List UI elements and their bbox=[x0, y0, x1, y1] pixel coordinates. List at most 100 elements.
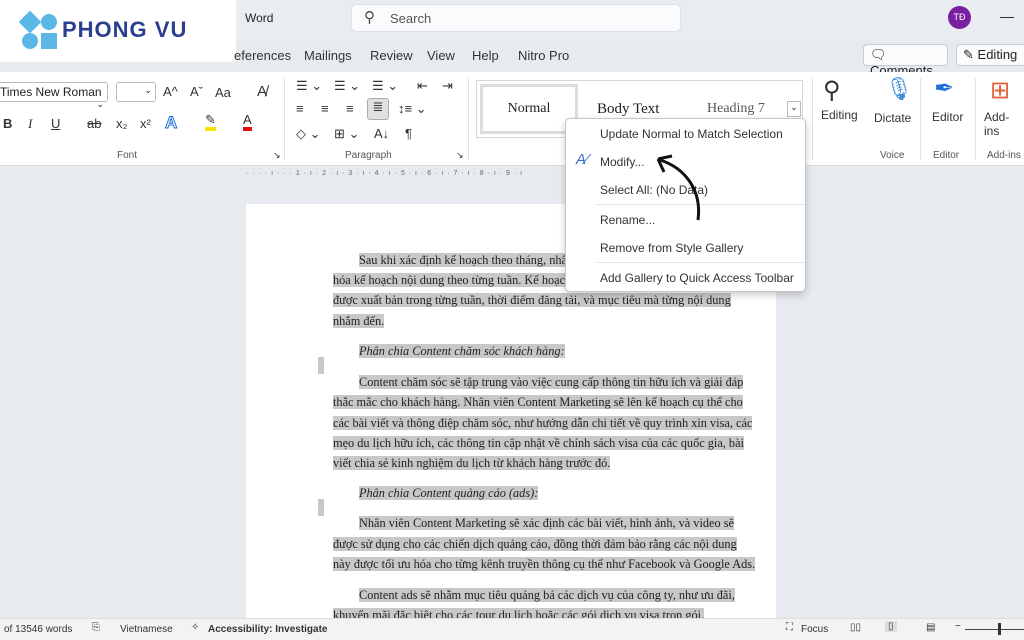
line-spacing-icon[interactable]: ↕≡ ⌄ bbox=[398, 101, 427, 117]
line-text: các bài viết và thông điệp chăm sóc, như… bbox=[333, 416, 753, 430]
status-bar: of 13546 words ⎘ Vietnamese ✧ Accessibil… bbox=[0, 618, 1024, 640]
zoom-slider[interactable] bbox=[965, 629, 1024, 630]
tab-references[interactable]: eferences bbox=[234, 48, 291, 63]
microphone-icon: 🎙 bbox=[885, 76, 913, 101]
accessibility-icon: ✧ bbox=[191, 622, 200, 633]
editor-icon: ✒ bbox=[934, 75, 955, 102]
font-name-select[interactable]: Times New Roman ⌄ bbox=[0, 82, 108, 109]
modify-style-icon: A⁄ bbox=[576, 151, 589, 168]
accessibility-status[interactable]: Accessibility: Investigate bbox=[208, 624, 328, 635]
document-line[interactable]: Nhân viên Content Marketing sẽ xác định … bbox=[359, 513, 734, 533]
styles-expand-button[interactable]: ⌄ bbox=[787, 101, 801, 117]
search-box[interactable]: ⚲ Search bbox=[351, 4, 681, 32]
divider bbox=[284, 78, 285, 160]
proofing-icon[interactable]: ⎘ bbox=[92, 622, 100, 633]
font-size-select[interactable]: ⌄ bbox=[116, 82, 156, 102]
numbering-icon[interactable]: ☰ ⌄ bbox=[334, 78, 360, 94]
paragraph-dialog-launcher[interactable]: ↘ bbox=[456, 150, 464, 161]
editing-button[interactable]: Editing bbox=[821, 108, 858, 122]
align-left-icon[interactable]: ≡ bbox=[296, 101, 304, 116]
increase-indent-icon[interactable]: ⇥ bbox=[442, 78, 453, 94]
highlight-icon[interactable]: ✎ bbox=[205, 113, 216, 131]
multilevel-list-icon[interactable]: ☰ ⌄ bbox=[372, 78, 398, 94]
clear-formatting-icon[interactable]: A̸ bbox=[257, 83, 267, 100]
web-layout-icon[interactable]: ▤ bbox=[926, 622, 935, 633]
paragraph-mark bbox=[318, 357, 324, 374]
line-text: Content ads sẽ nhắm mục tiêu quảng bá cá… bbox=[359, 588, 735, 602]
menu-remove-from-gallery[interactable]: Remove from Style Gallery bbox=[600, 241, 743, 255]
justify-icon[interactable]: ≣ bbox=[367, 98, 389, 120]
document-line[interactable]: thắc mắc cho khách hàng. Nhân viên Conte… bbox=[333, 392, 743, 412]
zoom-out-button[interactable]: − bbox=[955, 621, 961, 632]
grow-font-button[interactable]: A^ bbox=[163, 84, 178, 99]
avatar[interactable]: TĐ bbox=[948, 6, 971, 29]
style-normal[interactable]: Normal bbox=[480, 84, 578, 134]
subscript-button[interactable]: x₂ bbox=[116, 116, 128, 131]
annotation-arrow bbox=[656, 154, 701, 221]
line-text: Nhân viên Content Marketing sẽ xác định … bbox=[359, 516, 734, 530]
line-text: được xuất bản trong từng tuần, thời điểm… bbox=[333, 293, 731, 307]
bold-button[interactable]: B bbox=[3, 116, 12, 131]
show-formatting-button[interactable]: ¶ bbox=[405, 126, 412, 141]
document-line[interactable]: Phân chia Content chăm sóc khách hàng: bbox=[359, 341, 728, 361]
print-layout-icon[interactable]: ▯ bbox=[885, 621, 897, 632]
menu-modify[interactable]: Modify... bbox=[600, 155, 644, 169]
menu-add-to-qat[interactable]: Add Gallery to Quick Access Toolbar bbox=[600, 271, 794, 285]
line-text: này được tối ưu hóa cho từng kênh truyền… bbox=[333, 557, 756, 571]
tab-view[interactable]: View bbox=[427, 48, 455, 63]
language[interactable]: Vietnamese bbox=[120, 624, 173, 635]
line-text: Content chăm sóc sẽ tập trung vào việc c… bbox=[359, 375, 744, 389]
read-mode-icon[interactable]: ▯▯ bbox=[850, 622, 861, 633]
document-line[interactable]: này được tối ưu hóa cho từng kênh truyền… bbox=[333, 554, 756, 574]
document-line[interactable]: được xuất bản trong từng tuần, thời điểm… bbox=[333, 290, 731, 310]
font-color-icon[interactable]: A bbox=[243, 113, 252, 131]
bullets-icon[interactable]: ☰ ⌄ bbox=[296, 78, 322, 94]
line-text: Sau khi xác định kế hoạch theo tháng, nh… bbox=[359, 253, 574, 267]
word-count[interactable]: of 13546 words bbox=[4, 624, 72, 635]
focus-button[interactable]: Focus bbox=[801, 624, 828, 635]
tab-nitro-pro[interactable]: Nitro Pro bbox=[518, 48, 569, 63]
document-line[interactable]: mẹo du lịch hữu ích, các thông tin cập n… bbox=[333, 433, 744, 453]
superscript-button[interactable]: x² bbox=[140, 116, 151, 131]
borders-icon[interactable]: ⊞ ⌄ bbox=[334, 126, 359, 142]
tab-review[interactable]: Review bbox=[370, 48, 413, 63]
document-line[interactable]: nhắm đến. bbox=[333, 311, 728, 331]
addins-group-label: Add-ins bbox=[987, 150, 1021, 161]
editor-button[interactable]: Editor bbox=[932, 110, 963, 124]
style-body-text[interactable]: Body Text bbox=[597, 101, 659, 118]
minimize-button[interactable]: — bbox=[1000, 8, 1014, 24]
align-center-icon[interactable]: ≡ bbox=[321, 101, 329, 116]
zoom-slider-thumb[interactable] bbox=[998, 623, 1001, 635]
style-heading-7[interactable]: Heading 7 bbox=[707, 101, 765, 117]
document-line[interactable]: khuyến mãi đặc biệt cho các tour du lịch… bbox=[333, 605, 728, 618]
menu-rename[interactable]: Rename... bbox=[600, 213, 655, 227]
editing-mode-button[interactable]: ✎ Editing bbox=[956, 44, 1024, 66]
document-line[interactable]: các bài viết và thông điệp chăm sóc, như… bbox=[333, 413, 753, 433]
strikethrough-button[interactable]: ab bbox=[87, 116, 101, 131]
addins-button[interactable]: Add-ins bbox=[984, 110, 1024, 138]
document-line[interactable]: Content ads sẽ nhắm mục tiêu quảng bá cá… bbox=[359, 585, 735, 605]
shading-icon[interactable]: ◇ ⌄ bbox=[296, 126, 321, 142]
document-line[interactable]: được sử dụng cho các chiến dịch quảng cá… bbox=[333, 534, 737, 554]
decrease-indent-icon[interactable]: ⇤ bbox=[417, 78, 428, 94]
change-case-button[interactable]: Aa bbox=[215, 85, 231, 100]
text-effects-icon[interactable]: A bbox=[164, 113, 177, 133]
underline-button[interactable]: U bbox=[51, 116, 60, 131]
search-icon: ⚲ bbox=[364, 9, 375, 26]
italic-button[interactable]: I bbox=[28, 116, 32, 132]
dictate-button[interactable]: Dictate bbox=[874, 111, 911, 125]
document-line[interactable]: Content chăm sóc sẽ tập trung vào việc c… bbox=[359, 372, 744, 392]
tab-help[interactable]: Help bbox=[472, 48, 499, 63]
document-line[interactable]: viết chia sẻ kinh nghiệm du lịch từ khác… bbox=[333, 453, 728, 473]
divider bbox=[920, 78, 921, 160]
comments-button[interactable]: 🗨 Comments bbox=[863, 44, 948, 78]
paragraph-group-label: Paragraph bbox=[345, 150, 392, 161]
tab-mailings[interactable]: Mailings bbox=[304, 48, 352, 63]
sort-button[interactable]: A↓ bbox=[374, 126, 389, 141]
line-text: được sử dụng cho các chiến dịch quảng cá… bbox=[333, 537, 737, 551]
menu-update-normal[interactable]: Update Normal to Match Selection bbox=[600, 127, 783, 141]
shrink-font-button[interactable]: Aˇ bbox=[190, 84, 203, 99]
align-right-icon[interactable]: ≡ bbox=[346, 101, 354, 116]
document-line[interactable]: Phân chia Content quảng cáo (ads): bbox=[359, 483, 728, 503]
font-dialog-launcher[interactable]: ↘ bbox=[273, 150, 281, 161]
